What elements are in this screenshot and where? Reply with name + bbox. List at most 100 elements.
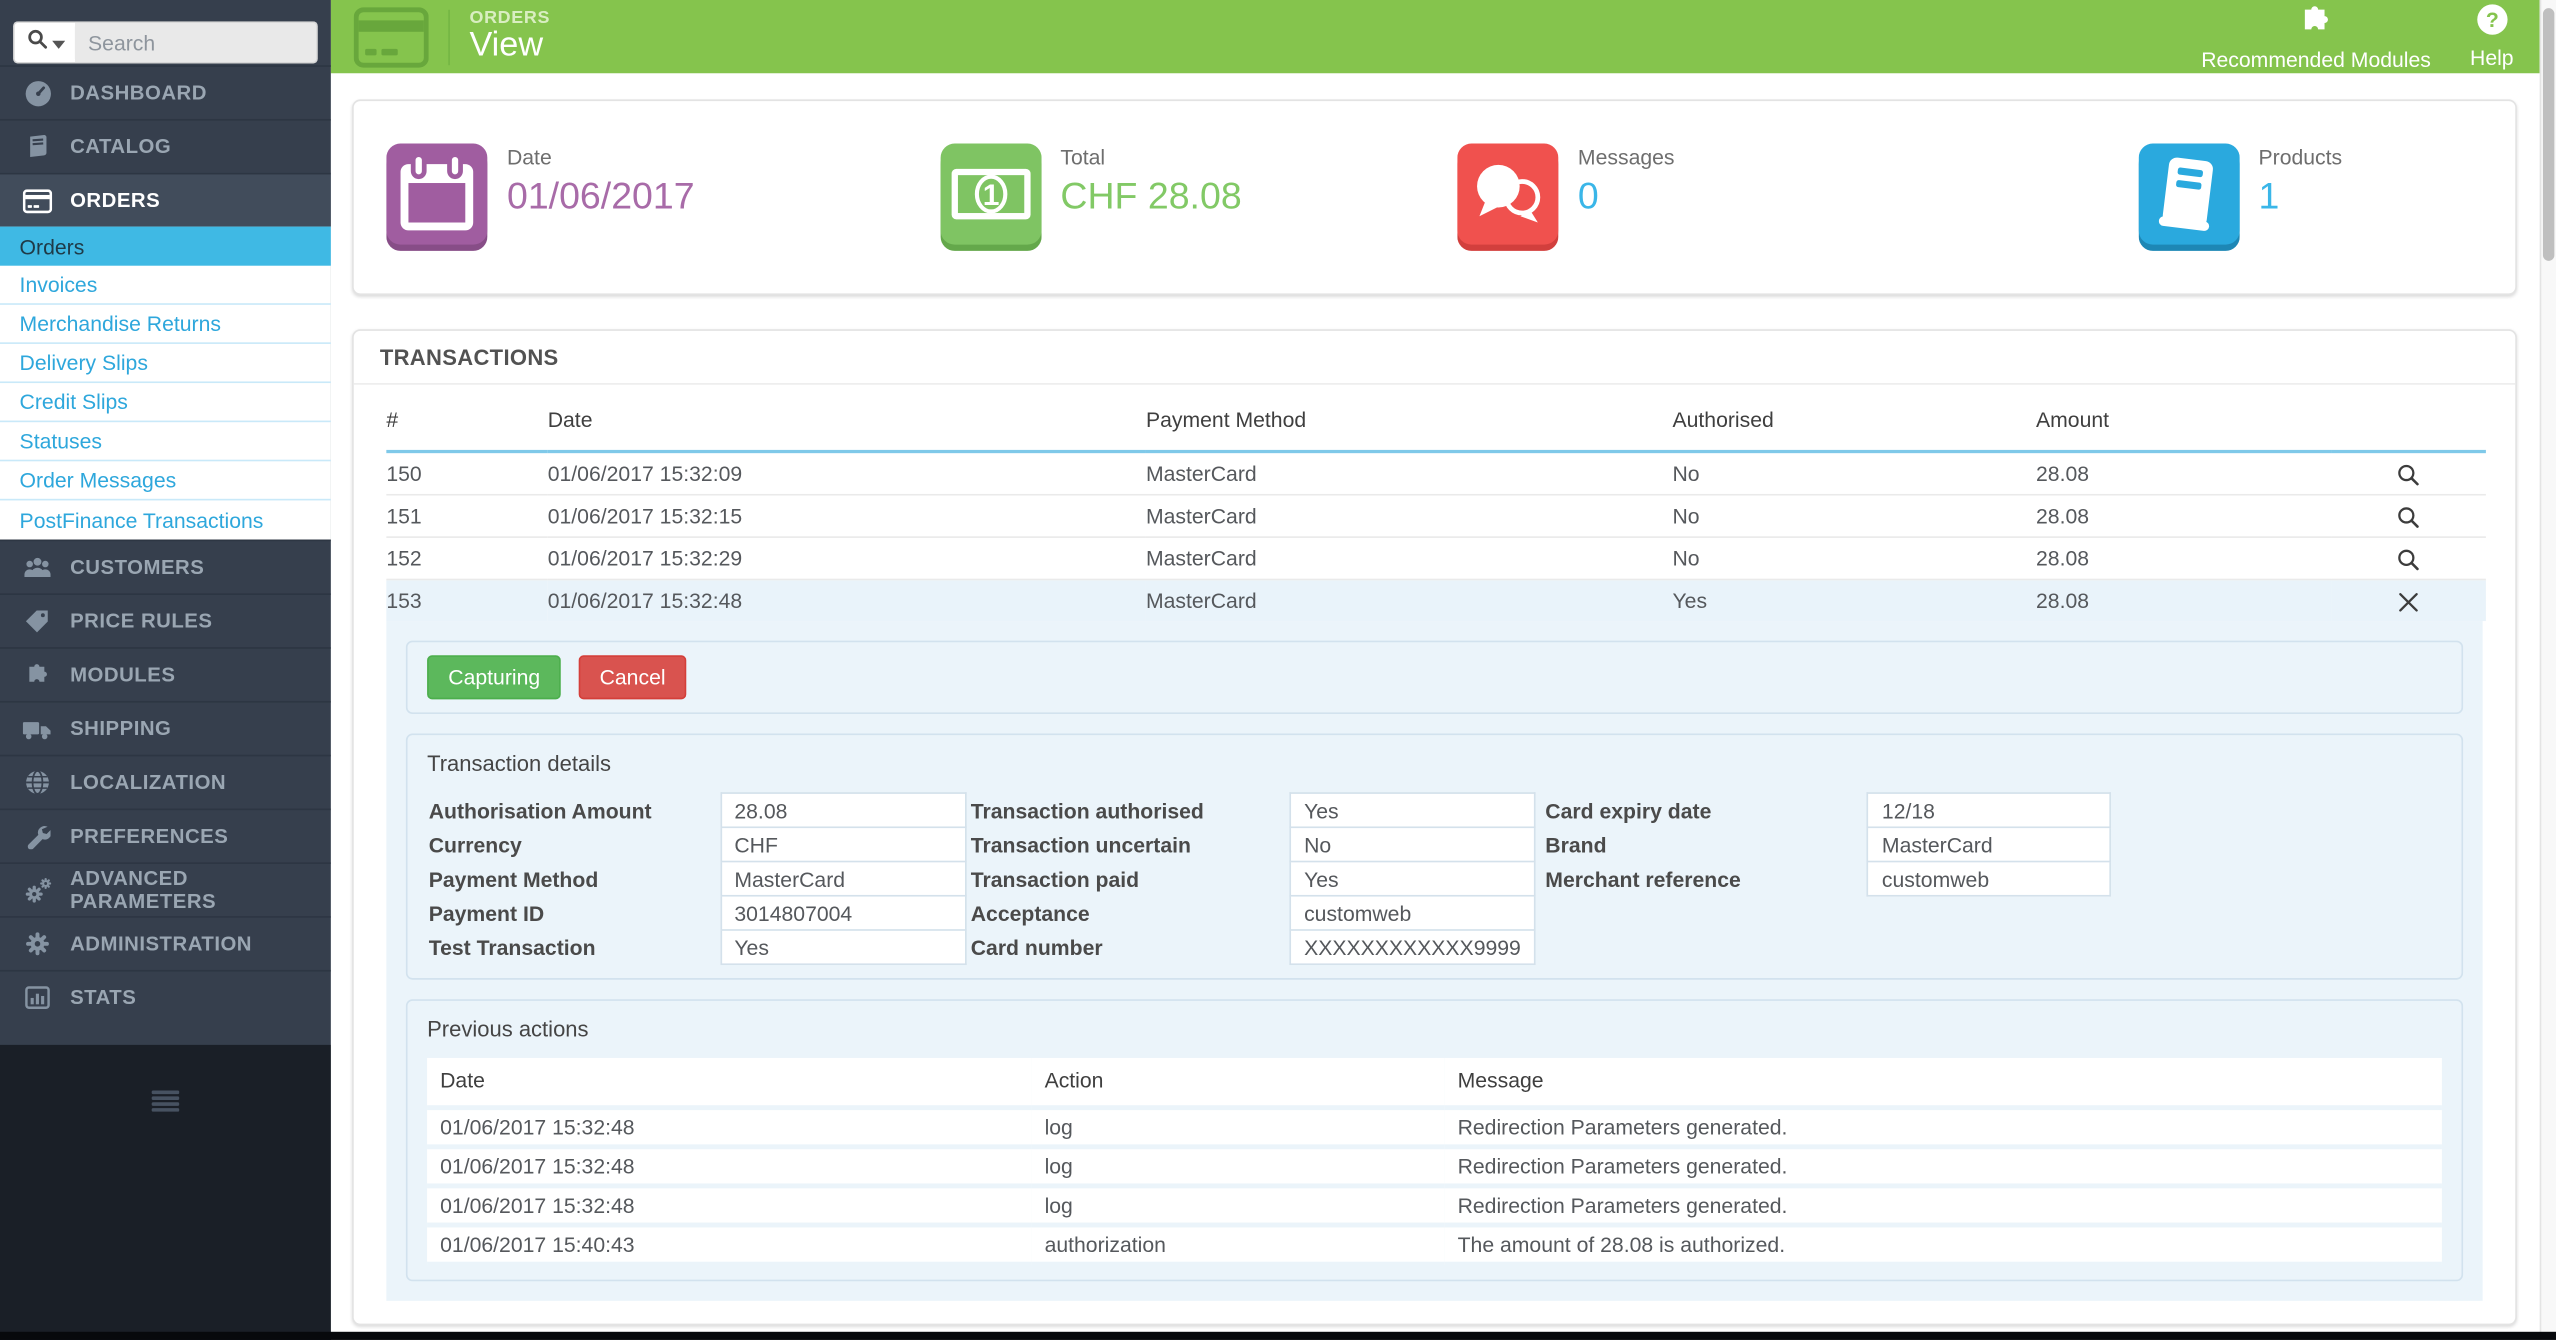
submenu-item-merchandise-returns[interactable]: Merchandise Returns — [0, 305, 331, 344]
detail-value: CHF — [721, 827, 966, 861]
transaction-details-grid: Authorisation Amount28.08 CurrencyCHF Pa… — [427, 792, 2442, 965]
kpi-text: Date 01/06/2017 — [507, 143, 695, 218]
tool-label: Help — [2470, 45, 2514, 69]
sidebar-item-localization[interactable]: LOCALIZATION — [0, 755, 331, 809]
sidebar-item-label: PRICE RULES — [70, 610, 212, 633]
kpi-text: Total CHF 28.08 — [1060, 143, 1241, 218]
sidebar-item-label: ORDERS — [70, 189, 160, 212]
view-transaction-icon[interactable] — [2396, 462, 2420, 486]
chevron-down-icon — [51, 28, 64, 57]
detail-value: 12/18 — [1868, 793, 2111, 827]
sidebar-item-label: CUSTOMERS — [70, 556, 204, 579]
column-header: Authorised — [1672, 385, 2036, 452]
page-scrollbar[interactable] — [2540, 0, 2556, 1340]
sidebar: DASHBOARD CATALOG ORDERS Orders Invoices… — [0, 0, 331, 1340]
search-input[interactable] — [75, 21, 318, 63]
table-row: 151 01/06/2017 15:32:15 MasterCard No 28… — [386, 495, 2486, 537]
detail-value: XXXXXXXXXXXX9999 — [1290, 930, 1534, 964]
main-content: Date 01/06/2017 1 Total CHF 28.08 Messa — [331, 73, 2540, 1331]
table-header-row: Date Action Message — [427, 1058, 2442, 1108]
table-row: 150 01/06/2017 15:32:09 MasterCard No 28… — [386, 452, 2486, 495]
transactions-table: # Date Payment Method Authorised Amount … — [386, 385, 2486, 621]
search-type-dropdown[interactable] — [13, 21, 75, 63]
column-header: Action — [1032, 1058, 1445, 1108]
kpi-text: Messages 0 — [1578, 143, 1675, 218]
collapse-menu-icon[interactable] — [0, 1091, 331, 1112]
kpi-messages: Messages 0 — [1434, 101, 1974, 293]
submenu-item-order-messages[interactable]: Order Messages — [0, 461, 331, 500]
orders-submenu: Orders Invoices Merchandise Returns Deli… — [0, 227, 331, 540]
sidebar-item-administration[interactable]: ADMINISTRATION — [0, 916, 331, 970]
sidebar-item-catalog[interactable]: CATALOG — [0, 119, 331, 173]
catalog-book-icon — [21, 134, 54, 160]
kpi-value: 0 — [1578, 174, 1675, 218]
sidebar-item-dashboard[interactable]: DASHBOARD — [0, 65, 331, 119]
sidebar-search-area — [0, 0, 331, 65]
table-row: 01/06/2017 15:32:48 log Redirection Para… — [427, 1108, 2442, 1147]
wrench-icon — [21, 823, 54, 849]
truck-icon — [21, 716, 54, 740]
previous-actions-table: Date Action Message 01/06/2017 15:32:48 … — [427, 1058, 2442, 1267]
sidebar-item-label: LOCALIZATION — [70, 771, 226, 794]
column-header: Date — [427, 1058, 1031, 1108]
previous-actions-box: Previous actions Date Action Message — [406, 999, 2463, 1281]
submenu-item-delivery-slips[interactable]: Delivery Slips — [0, 344, 331, 383]
kpi-value: CHF 28.08 — [1060, 174, 1241, 218]
sidebar-item-advanced-parameters[interactable]: ADVANCED PARAMETERS — [0, 862, 331, 916]
submenu-item-invoices[interactable]: Invoices — [0, 266, 331, 305]
kpi-label: Date — [507, 145, 695, 169]
sidebar-item-shipping[interactable]: SHIPPING — [0, 701, 331, 755]
kpi-value: 01/06/2017 — [507, 174, 695, 218]
page-title: View — [469, 28, 550, 64]
transaction-detail-area: Capturing Cancel Transaction details Aut… — [386, 621, 2482, 1301]
transaction-actions-box: Capturing Cancel — [406, 641, 2463, 714]
admin-page: DASHBOARD CATALOG ORDERS Orders Invoices… — [0, 0, 2556, 1340]
sidebar-item-label: MODULES — [70, 663, 175, 686]
svg-text:1: 1 — [982, 179, 999, 212]
header-divider — [448, 9, 450, 64]
scrollbar-thumb[interactable] — [2543, 8, 2554, 261]
people-icon — [21, 555, 54, 579]
detail-value: Yes — [721, 930, 966, 964]
tool-label: Recommended Modules — [2201, 46, 2431, 70]
sidebar-item-preferences[interactable]: PREFERENCES — [0, 809, 331, 863]
bottom-edge — [0, 1332, 2556, 1340]
sidebar-item-orders[interactable]: ORDERS — [0, 173, 331, 227]
details-column: Authorisation Amount28.08 CurrencyCHF Pa… — [427, 792, 966, 965]
submenu-item-statuses[interactable]: Statuses — [0, 422, 331, 461]
sidebar-item-label: SHIPPING — [70, 717, 171, 740]
column-header: Date — [548, 385, 1146, 452]
detail-value: MasterCard — [721, 862, 966, 896]
kpi-text: Products 1 — [2259, 143, 2343, 218]
sidebar-item-label: STATS — [70, 986, 136, 1009]
submenu-item-credit-slips[interactable]: Credit Slips — [0, 383, 331, 422]
sidebar-item-modules[interactable]: MODULES — [0, 647, 331, 701]
close-icon[interactable] — [2398, 592, 2419, 613]
header-tools: Recommended Modules ? Help — [2201, 2, 2513, 70]
sidebar-item-label: ADVANCED PARAMETERS — [70, 867, 331, 913]
submenu-item-postfinance-transactions[interactable]: PostFinance Transactions — [0, 500, 331, 539]
capturing-button[interactable]: Capturing — [427, 655, 561, 699]
book-icon — [2138, 143, 2239, 251]
credit-card-icon — [354, 6, 429, 68]
sidebar-item-price-rules[interactable]: PRICE RULES — [0, 593, 331, 647]
sidebar-item-label: DASHBOARD — [70, 82, 207, 105]
table-row: 01/06/2017 15:32:48 log Redirection Para… — [427, 1186, 2442, 1225]
submenu-item-orders[interactable]: Orders — [0, 227, 331, 266]
kpi-total: 1 Total CHF 28.08 — [894, 101, 1434, 293]
chat-bubbles-icon — [1457, 143, 1558, 251]
view-transaction-icon[interactable] — [2396, 505, 2420, 529]
tags-icon — [21, 608, 54, 634]
kpi-products: Products 1 — [1975, 101, 2515, 293]
cancel-button[interactable]: Cancel — [578, 655, 686, 699]
help-button[interactable]: ? Help — [2470, 2, 2514, 70]
page-header: ORDERS View Recommended Modules ? Help — [331, 0, 2540, 73]
view-transaction-icon[interactable] — [2396, 547, 2420, 571]
sidebar-item-stats[interactable]: STATS — [0, 970, 331, 1024]
kpi-label: Total — [1060, 145, 1241, 169]
detail-value: Yes — [1290, 862, 1534, 896]
kpi-label: Messages — [1578, 145, 1675, 169]
sidebar-item-customers[interactable]: CUSTOMERS — [0, 540, 331, 594]
recommended-modules-button[interactable]: Recommended Modules — [2201, 2, 2431, 70]
section-title: Transaction details — [427, 751, 2442, 775]
